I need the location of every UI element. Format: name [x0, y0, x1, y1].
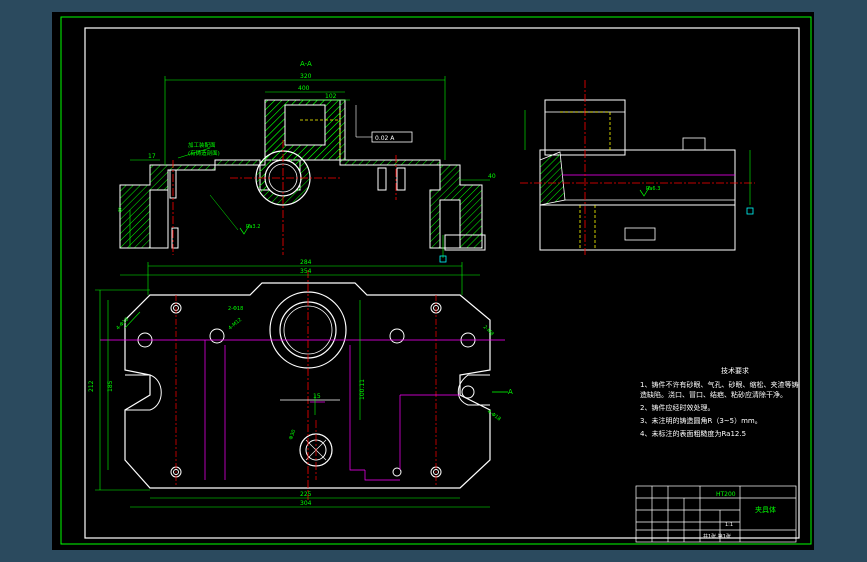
technical-requirements: 技术要求 1、铸件不许有砂眼、气孔、砂眼、缩松、夹渣等铸造缺陷。浇口、冒口、结疤…	[640, 366, 800, 442]
tech-note-2: 2、铸件应经时效处理。	[640, 404, 715, 412]
dim-top-w2: 400	[298, 85, 310, 92]
title-sheet-info: 共1张 第1张	[703, 533, 731, 540]
tech-notes-title: 技术要求	[721, 367, 749, 375]
tolerance-text: 0.02 A	[375, 135, 395, 142]
plan-dim-w2: 354	[300, 268, 312, 275]
dim-lv1: 17	[148, 153, 156, 160]
dim-top-width: 320	[300, 73, 312, 80]
dim-top-w3: 102	[325, 93, 337, 100]
callout-hole2: 2-Φ18	[228, 306, 243, 312]
plan-dim-h4: 15	[313, 393, 321, 400]
weld-callout: 加工装配面	[188, 141, 216, 149]
title-material: HT200	[716, 491, 736, 498]
plan-dim-w3: 225	[300, 491, 312, 498]
title-scale: 1:1	[725, 522, 733, 528]
plan-dim-h3: 100.11	[359, 379, 366, 400]
roughness-text: Ra3.2	[246, 224, 260, 230]
dim-lv2: 8	[118, 207, 122, 214]
section-label: A-A	[300, 60, 312, 68]
dim-lv3: 40	[488, 173, 496, 180]
weld-callout-2: (有铸造剖面)	[188, 149, 220, 157]
section-pocket	[284, 104, 326, 146]
left-foot-gap	[149, 189, 169, 249]
plan-dim-w4: 304	[300, 500, 312, 507]
tech-note-3: 3、未注明的铸造圆角R（3~5）mm。	[640, 417, 762, 425]
section-cut-letter: A	[508, 388, 513, 396]
drawing-sheet	[52, 12, 814, 550]
tech-note-1: 1、铸件不许有砂眼、气孔、砂眼、缩松、夹渣等铸造缺陷。浇口、冒口、结疤、粘砂应清…	[640, 381, 799, 399]
side-roughness: Ra6.3	[646, 186, 660, 192]
cad-drawing-canvas: A-A 320 400 102 17 8 40 加工装配面 (有铸造剖面) 0.…	[0, 0, 867, 562]
tech-note-4: 4、未标注的表面粗糙度为Ra12.5	[640, 430, 747, 438]
plan-dim-h2: 185	[107, 380, 114, 392]
title-part-name: 夹具体	[755, 505, 776, 514]
plan-dim-w1: 284	[300, 259, 312, 266]
plan-dim-h1: 212	[88, 380, 95, 392]
